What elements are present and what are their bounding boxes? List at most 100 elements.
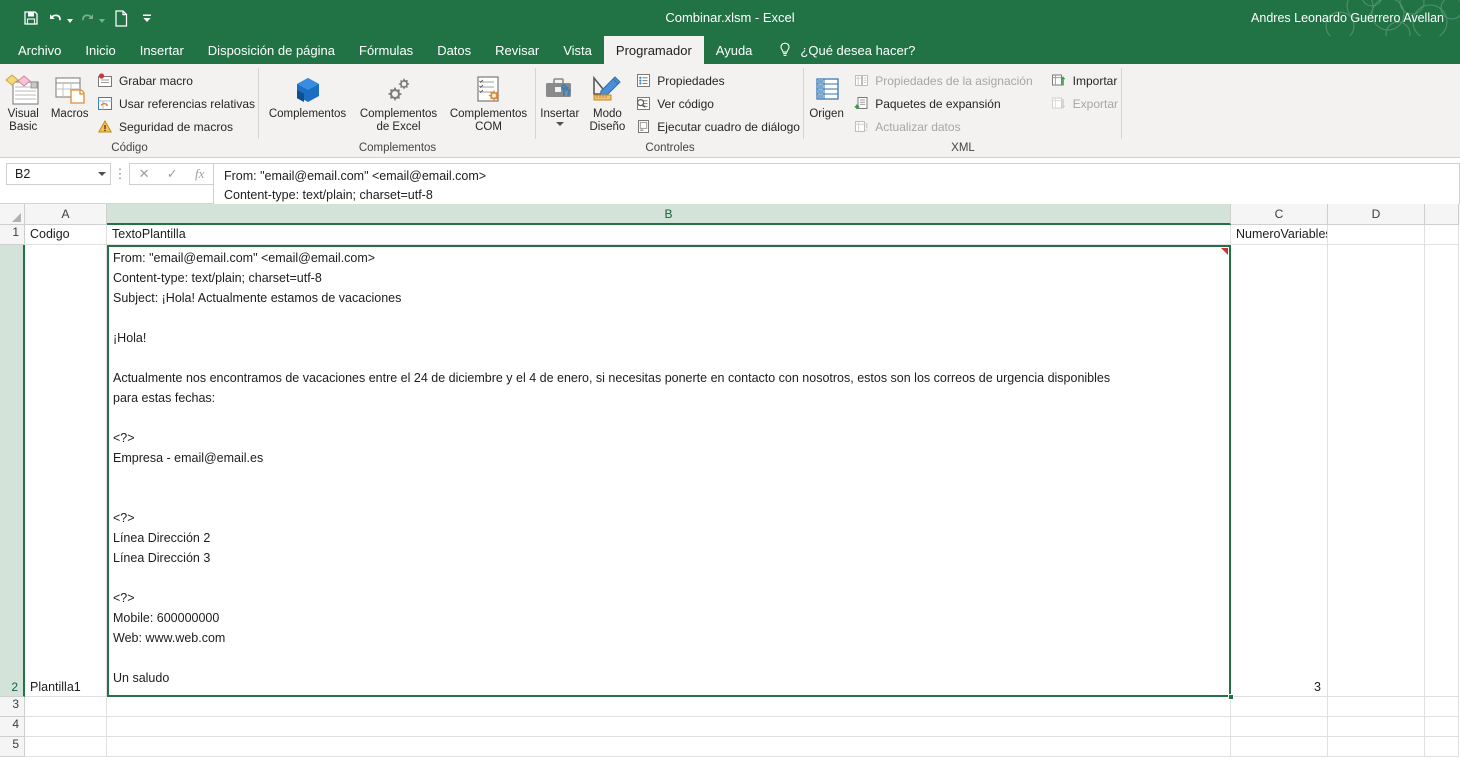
cell-c5[interactable]	[1231, 737, 1328, 757]
row-header-4[interactable]: 4	[0, 717, 25, 737]
refresh-data-icon	[853, 119, 869, 135]
tab-vista[interactable]: Vista	[551, 36, 604, 64]
tab-programador[interactable]: Programador	[603, 36, 704, 64]
propiedades-de-la-asignacion-button[interactable]: Propiedades de la asignación	[849, 70, 1036, 91]
name-box[interactable]: B2	[6, 163, 111, 185]
ribbon-group-label-complementos: Complementos	[358, 142, 437, 154]
view-code-icon	[635, 96, 651, 112]
cell-b2-text: From: "email@email.com" <email@email.com…	[113, 251, 1111, 685]
new-document-button[interactable]	[108, 4, 134, 32]
cell-a2[interactable]: Plantilla1	[25, 245, 107, 697]
row-header-3[interactable]: 3	[0, 697, 25, 717]
cell-c4[interactable]	[1231, 717, 1328, 737]
cell-c3[interactable]	[1231, 697, 1328, 717]
origen-button[interactable]: Origen	[804, 68, 849, 121]
save-button[interactable]	[18, 4, 44, 32]
column-header-e[interactable]	[1425, 204, 1459, 225]
insertar-control-label: Insertar	[540, 108, 580, 120]
group-separator	[1121, 68, 1122, 139]
cell-a1[interactable]: Codigo	[25, 225, 107, 245]
cell-b5[interactable]	[107, 737, 1231, 757]
undo-button[interactable]	[44, 4, 76, 32]
seguridad-de-macros-button[interactable]: Seguridad de macros	[93, 116, 259, 137]
name-box-dropdown-icon[interactable]	[98, 172, 106, 176]
tab-revisar[interactable]: Revisar	[483, 36, 551, 64]
paquetes-de-expansion-label: Paquetes de expansión	[875, 96, 1001, 111]
cell-b3[interactable]	[107, 697, 1231, 717]
tab-ayuda[interactable]: Ayuda	[704, 36, 765, 64]
cell-e1[interactable]	[1425, 225, 1459, 245]
cell-e2[interactable]	[1425, 245, 1459, 697]
macros-button[interactable]: Macros	[46, 68, 92, 121]
excel-addins-gears-icon	[382, 72, 416, 108]
usar-referencias-relativas-button[interactable]: Usar referencias relativas	[93, 93, 259, 114]
paquetes-de-expansion-button[interactable]: Paquetes de expansión	[849, 93, 1036, 114]
tab-datos[interactable]: Datos	[425, 36, 483, 64]
grabar-macro-button[interactable]: Grabar macro	[93, 70, 259, 91]
table-row: 2 Plantilla1 From: "email@email.com" <em…	[0, 245, 1460, 700]
formula-input[interactable]: From: "email@email.com" <email@email.com…	[213, 163, 1460, 206]
insertar-control-button[interactable]: Insertar	[536, 68, 584, 126]
tab-archivo[interactable]: Archivo	[6, 36, 73, 64]
importar-button[interactable]: Importar	[1047, 70, 1122, 91]
complementos-de-excel-button[interactable]: Complementos de Excel	[353, 68, 445, 134]
actualizar-datos-label: Actualizar datos	[875, 119, 961, 134]
xml-import-export-buttons: Importar Exportar	[1047, 68, 1122, 114]
actualizar-datos-button[interactable]: Actualizar datos	[849, 116, 1036, 137]
column-header-b[interactable]: B	[107, 204, 1231, 225]
cell-b2[interactable]: From: "email@email.com" <email@email.com…	[107, 245, 1234, 700]
cell-d3[interactable]	[1328, 697, 1425, 717]
modo-diseno-button[interactable]: Modo Diseño	[584, 68, 632, 134]
undo-dropdown-arrow[interactable]	[67, 19, 73, 23]
fill-handle[interactable]	[1228, 694, 1234, 700]
user-account-name[interactable]: Andres Leonardo Guerrero Avellan	[1251, 0, 1444, 36]
cell-e4[interactable]	[1425, 717, 1459, 737]
row-header-2[interactable]: 2	[0, 245, 25, 697]
cell-a3[interactable]	[25, 697, 107, 717]
row-header-1[interactable]: 1	[0, 225, 25, 245]
column-header-d[interactable]: D	[1328, 204, 1425, 225]
redo-dropdown-arrow[interactable]	[99, 19, 105, 23]
row-header-5[interactable]: 5	[0, 737, 25, 757]
insert-function-fx-icon[interactable]: fx	[195, 166, 204, 182]
complementos-button[interactable]: Complementos	[263, 68, 353, 121]
export-icon	[1051, 96, 1067, 112]
ver-codigo-button[interactable]: Ver código	[631, 93, 804, 114]
column-header-c[interactable]: C	[1231, 204, 1328, 225]
ribbon-group-xml: Origen Propiedades de la asignación Paqu…	[804, 64, 1122, 157]
tab-disposicion-de-pagina[interactable]: Disposición de página	[196, 36, 347, 64]
insertar-dropdown-arrow[interactable]	[555, 122, 564, 126]
exportar-button[interactable]: Exportar	[1047, 93, 1122, 114]
propiedades-button[interactable]: Propiedades	[631, 70, 804, 91]
cancel-icon[interactable]: ✕	[139, 166, 150, 182]
cell-d5[interactable]	[1328, 737, 1425, 757]
customize-qat-button[interactable]	[134, 4, 160, 32]
redo-button[interactable]	[76, 4, 108, 32]
visual-basic-button[interactable]: Visual Basic	[0, 68, 46, 134]
complementos-com-button[interactable]: Complementos COM	[445, 68, 533, 134]
cell-d4[interactable]	[1328, 717, 1425, 737]
tell-me-search[interactable]: ¿Qué desea hacer?	[764, 36, 915, 64]
cell-c1[interactable]: NumeroVariables	[1231, 225, 1328, 245]
cell-b4[interactable]	[107, 717, 1231, 737]
cell-c2[interactable]: 3	[1231, 245, 1328, 697]
exportar-label: Exportar	[1072, 96, 1118, 111]
cell-d2[interactable]	[1328, 245, 1425, 697]
tab-inicio[interactable]: Inicio	[73, 36, 127, 64]
tab-insertar[interactable]: Insertar	[128, 36, 196, 64]
confirm-check-icon[interactable]: ✓	[167, 166, 178, 182]
select-all-corner[interactable]	[0, 204, 25, 225]
cell-d1[interactable]	[1328, 225, 1425, 245]
cell-b1[interactable]: TextoPlantilla	[107, 225, 1231, 245]
cell-a4[interactable]	[25, 717, 107, 737]
cell-e3[interactable]	[1425, 697, 1459, 717]
name-box-value: B2	[15, 167, 31, 181]
cell-a5[interactable]	[25, 737, 107, 757]
cell-e5[interactable]	[1425, 737, 1459, 757]
formula-bar-drag-handle[interactable]: ⋮	[111, 163, 129, 185]
column-header-a[interactable]: A	[25, 204, 107, 225]
undo-icon	[50, 14, 61, 21]
tab-formulas[interactable]: Fórmulas	[347, 36, 425, 64]
ejecutar-cuadro-de-dialogo-button[interactable]: Ejecutar cuadro de diálogo	[631, 116, 804, 137]
usar-referencias-relativas-label: Usar referencias relativas	[118, 96, 255, 111]
